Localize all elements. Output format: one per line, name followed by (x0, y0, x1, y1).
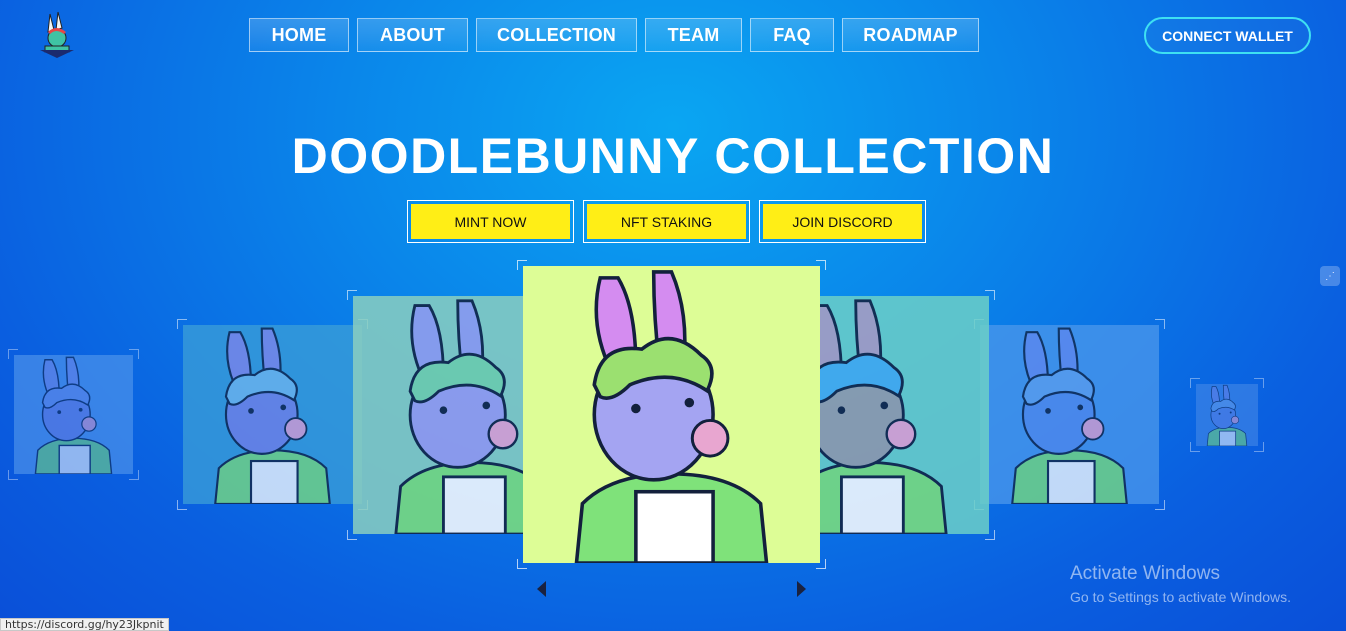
chevron-right-icon[interactable] (797, 581, 806, 597)
bunny-card-left[interactable] (183, 325, 362, 504)
bunny-illustration (183, 325, 362, 504)
card-corner-bracket (347, 530, 357, 540)
card-corner-bracket (129, 470, 139, 480)
card-corner-bracket (129, 349, 139, 359)
card-corner-bracket (816, 260, 826, 270)
bunny-illustration (14, 355, 133, 474)
nav-collection[interactable]: COLLECTION (476, 18, 637, 52)
card-corner-bracket (8, 470, 18, 480)
activate-windows-subtitle: Go to Settings to activate Windows. (1070, 589, 1291, 605)
nft-staking-button[interactable]: NFT STAKING (583, 200, 750, 243)
bunny-card-right[interactable] (980, 325, 1159, 504)
card-corner-bracket (1254, 378, 1264, 388)
nav-faq[interactable]: FAQ (750, 18, 834, 52)
mint-now-label: MINT NOW (411, 204, 570, 239)
doodlebunny-logo-icon[interactable] (36, 10, 80, 60)
chevron-left-icon[interactable] (537, 581, 546, 597)
card-corner-bracket (816, 559, 826, 569)
card-corner-bracket (985, 290, 995, 300)
bunny-card-far-right[interactable] (1196, 384, 1258, 446)
nav-home[interactable]: HOME (249, 18, 349, 52)
nft-staking-label: NFT STAKING (587, 204, 746, 239)
card-corner-bracket (177, 500, 187, 510)
chat-widget-icon[interactable]: ⋰ (1320, 266, 1340, 286)
nav-team[interactable]: TEAM (645, 18, 742, 52)
nav-about[interactable]: ABOUT (357, 18, 468, 52)
card-corner-bracket (8, 349, 18, 359)
join-discord-button[interactable]: JOIN DISCORD (759, 200, 926, 243)
status-bar-url: https://discord.gg/hy23Jkpnit (0, 618, 169, 631)
activate-windows-title: Activate Windows (1070, 563, 1220, 584)
card-corner-bracket (1254, 442, 1264, 452)
card-corner-bracket (1190, 442, 1200, 452)
bunny-card-far-left[interactable] (14, 355, 133, 474)
card-corner-bracket (177, 319, 187, 329)
bunny-card-center[interactable] (523, 266, 820, 563)
card-corner-bracket (1155, 319, 1165, 329)
card-corner-bracket (517, 260, 527, 270)
card-corner-bracket (1155, 500, 1165, 510)
card-corner-bracket (347, 290, 357, 300)
activate-windows-watermark: Activate Windows Go to Settings to activ… (1070, 563, 1291, 605)
bunny-illustration (523, 266, 820, 563)
card-corner-bracket (1190, 378, 1200, 388)
main-nav: HOME ABOUT COLLECTION TEAM FAQ ROADMAP (249, 18, 979, 52)
cta-buttons: MINT NOW NFT STAKING JOIN DISCORD (407, 200, 926, 243)
join-discord-label: JOIN DISCORD (763, 204, 922, 239)
bunny-illustration (980, 325, 1159, 504)
card-corner-bracket (985, 530, 995, 540)
page-title: DOODLEBUNNY COLLECTION (291, 128, 1055, 184)
bunny-illustration (1196, 384, 1258, 446)
card-corner-bracket (517, 559, 527, 569)
nav-roadmap[interactable]: ROADMAP (842, 18, 979, 52)
mint-now-button[interactable]: MINT NOW (407, 200, 574, 243)
connect-wallet-button[interactable]: CONNECT WALLET (1144, 17, 1311, 54)
